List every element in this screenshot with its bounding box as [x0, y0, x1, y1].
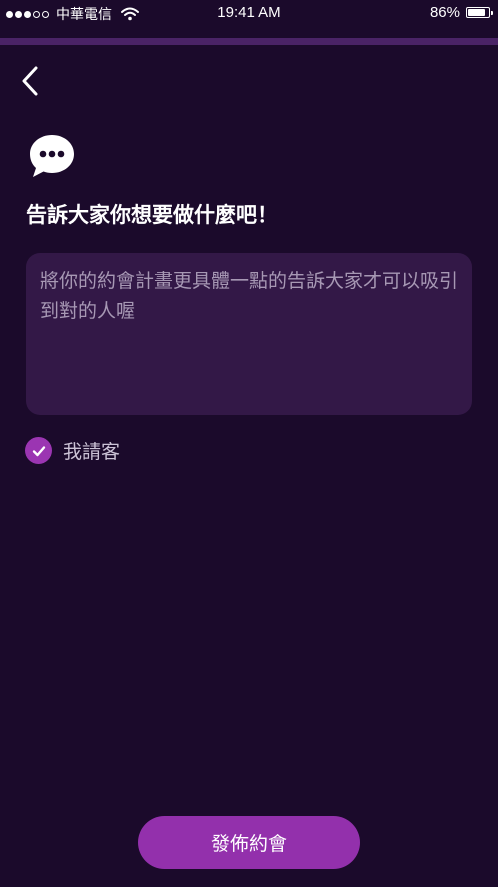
chat-bubble-icon [30, 135, 74, 177]
treat-option[interactable]: 我請客 [25, 437, 120, 464]
plan-description-placeholder: 將你的約會計畫更具體一點的告訴大家才可以吸引到對的人喔 [40, 270, 459, 322]
back-button[interactable] [14, 62, 48, 100]
status-time: 19:41 AM [217, 4, 281, 21]
status-right: 86% [429, 4, 493, 21]
status-bar: 中華電信 19:41 AM 86% [0, 0, 498, 26]
checkmark-icon [32, 445, 45, 456]
battery-percent: 86% [429, 4, 460, 21]
plan-description-input[interactable]: 將你的約會計畫更具體一點的告訴大家才可以吸引到對的人喔 [26, 253, 472, 415]
treat-label: 我請客 [63, 441, 121, 463]
chevron-left-icon [22, 66, 38, 96]
header-accent-bar [0, 38, 498, 45]
battery-icon [466, 7, 493, 18]
battery-fill [468, 9, 486, 16]
page-title: 告訴大家你想要做什麼吧！ [26, 203, 278, 227]
publish-button[interactable]: 發佈約會 [138, 816, 360, 869]
treat-checkbox[interactable] [25, 437, 52, 464]
